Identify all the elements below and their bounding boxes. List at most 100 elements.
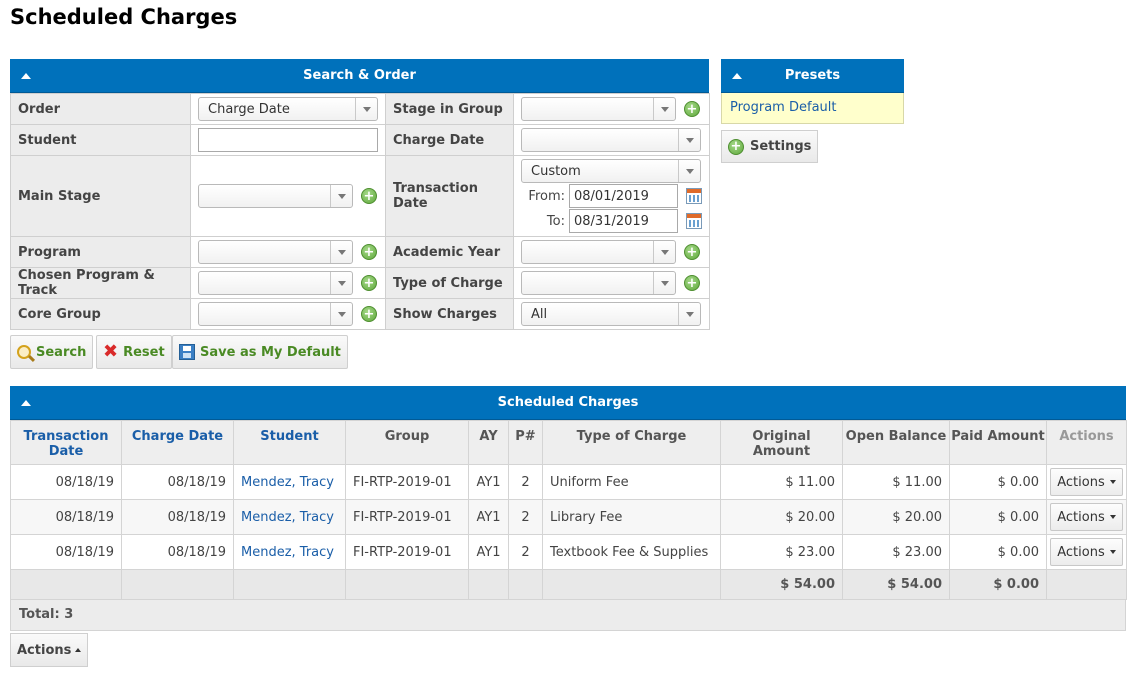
cell-ay: AY1 [468,464,509,500]
charge-date-select[interactable] [521,128,701,152]
add-icon: + [728,138,744,155]
calendar-icon[interactable] [686,213,702,229]
floppy-disk-icon [179,344,195,360]
scheduled-charges-title: Scheduled Charges [497,395,639,410]
add-chosen-program-track-icon[interactable]: + [361,275,377,291]
cell-group: FI-RTP-2019-01 [345,464,469,500]
cell-ay: AY1 [468,534,509,570]
cell-type-of-charge: Library Fee [542,499,721,535]
charge-date-label: Charge Date [385,124,514,156]
row-actions-button[interactable]: Actions [1050,468,1123,496]
cell-group: FI-RTP-2019-01 [345,499,469,535]
student-input[interactable] [198,128,378,152]
col-charge-date[interactable]: Charge Date [121,420,234,465]
red-x-icon: ✖ [103,341,119,362]
student-label: Student [10,124,191,156]
search-button[interactable]: Search [10,335,94,369]
show-charges-label: Show Charges [385,298,514,330]
row-actions-label: Actions [1057,509,1105,525]
add-stage-in-group-icon[interactable]: + [684,101,700,117]
cell-paid-amount: $ 0.00 [949,464,1047,500]
scheduled-charges-panel: Scheduled Charges Transaction Date Charg… [10,386,1127,631]
cell-p-number: 2 [508,534,543,570]
cell-type-of-charge: Uniform Fee [542,464,721,500]
chevron-down-icon [678,129,700,151]
col-transaction-date[interactable]: Transaction Date [10,420,122,465]
col-actions: Actions [1046,420,1127,465]
chevron-down-icon [330,185,352,207]
cell-p-number: 2 [508,464,543,500]
search-order-title: Search & Order [303,68,416,83]
col-student[interactable]: Student [233,420,346,465]
from-date-input[interactable] [569,184,678,208]
add-academic-year-icon[interactable]: + [684,244,700,260]
cell-p-number: 2 [508,499,543,535]
settings-label: Settings [750,139,812,154]
student-link[interactable]: Mendez, Tracy [241,475,334,490]
search-button-label: Search [36,344,87,360]
program-label: Program [10,236,191,268]
caret-down-icon [1109,480,1116,484]
add-program-icon[interactable]: + [361,244,377,260]
collapse-up-icon[interactable] [18,386,34,420]
table-row: 08/18/19 08/18/19 Mendez, Tracy FI-RTP-2… [10,499,1127,535]
add-type-of-charge-icon[interactable]: + [684,275,700,291]
chevron-down-icon [653,241,675,263]
col-ay: AY [468,420,509,465]
order-select[interactable]: Charge Date [198,97,378,121]
presets-title: Presets [784,68,841,83]
to-date-input[interactable] [569,209,678,233]
cell-transaction-date: 08/18/19 [10,499,122,535]
calendar-icon[interactable] [686,188,702,204]
main-stage-select[interactable] [198,184,353,208]
reset-button[interactable]: ✖ Reset [96,335,172,369]
academic-year-select[interactable] [521,240,676,264]
student-link[interactable]: Mendez, Tracy [241,545,334,560]
cell-type-of-charge: Textbook Fee & Supplies [542,534,721,570]
stage-in-group-select[interactable] [521,97,676,121]
academic-year-label: Academic Year [385,236,514,268]
chosen-program-track-select[interactable] [198,271,353,295]
chevron-down-icon [678,303,700,325]
add-main-stage-icon[interactable]: + [361,188,377,204]
cell-original-amount: $ 20.00 [720,499,843,535]
type-of-charge-label: Type of Charge [385,267,514,299]
chevron-down-icon [330,303,352,325]
cell-transaction-date: 08/18/19 [10,464,122,500]
collapse-up-icon[interactable] [729,59,745,93]
settings-button[interactable]: + Settings [721,130,819,163]
collapse-up-icon[interactable] [18,59,34,93]
table-row: 08/18/19 08/18/19 Mendez, Tracy FI-RTP-2… [10,464,1127,500]
total-count: Total: 3 [10,600,1126,631]
cell-open-balance: $ 11.00 [842,464,950,500]
main-stage-label: Main Stage [10,155,191,237]
transaction-date-mode-select[interactable]: Custom [521,159,701,183]
cell-open-balance: $ 20.00 [842,499,950,535]
bulk-actions-button[interactable]: Actions [10,633,89,667]
add-core-group-icon[interactable]: + [361,306,377,322]
col-type-of-charge: Type of Charge [542,420,721,465]
show-charges-value: All [531,306,548,322]
chosen-program-track-label: Chosen Program & Track [10,267,191,299]
core-group-select[interactable] [198,302,353,326]
search-order-header: Search & Order [10,59,709,93]
chevron-down-icon [653,272,675,294]
presets-panel: Presets Program Default [721,59,904,124]
cell-group: FI-RTP-2019-01 [345,534,469,570]
show-charges-select[interactable]: All [521,302,701,326]
program-select[interactable] [198,240,353,264]
preset-program-default[interactable]: Program Default [721,93,904,124]
row-actions-button[interactable]: Actions [1050,538,1123,566]
col-original-amount: Original Amount [720,420,843,465]
transaction-date-mode-value: Custom [531,163,581,179]
type-of-charge-select[interactable] [521,271,676,295]
order-label: Order [10,93,191,125]
chevron-down-icon [330,241,352,263]
row-actions-button[interactable]: Actions [1050,503,1123,531]
student-link[interactable]: Mendez, Tracy [241,510,334,525]
scheduled-charges-header: Scheduled Charges [10,386,1126,420]
transaction-date-label: Transaction Date [385,155,514,237]
save-as-default-button[interactable]: Save as My Default [172,335,348,369]
col-group: Group [345,420,469,465]
reset-button-label: Reset [123,344,165,360]
